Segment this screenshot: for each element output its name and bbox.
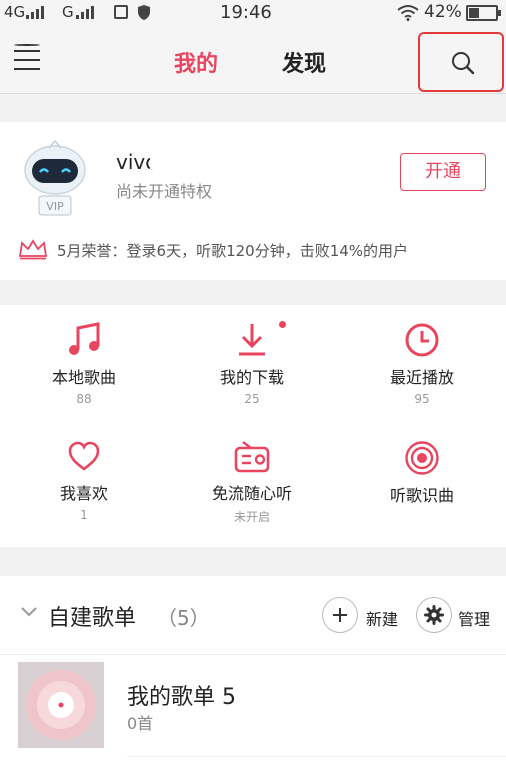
- notification-dot: [14, 44, 40, 46]
- vinyl-disc-icon: [26, 670, 96, 740]
- divider: [127, 756, 506, 757]
- grid-item-label: 免流随心听: [211, 484, 292, 503]
- grid-item-free-listen[interactable]: 免流随心听 未开启: [168, 440, 336, 525]
- grid-item-downloads[interactable]: 我的下载 25: [168, 322, 336, 406]
- crown-icon: [18, 239, 48, 260]
- grid-item-recent-plays[interactable]: 最近播放 95: [338, 322, 506, 406]
- download-notification-dot: [279, 321, 286, 328]
- grid-item-count: 25: [244, 392, 260, 406]
- playlist-cover[interactable]: [18, 662, 104, 748]
- heart-icon: [68, 441, 100, 471]
- grid-item-count: 95: [414, 392, 430, 406]
- gear-icon: [424, 605, 444, 625]
- tab-discover[interactable]: 发现: [282, 46, 326, 78]
- new-playlist-button[interactable]: [322, 597, 358, 633]
- shield-icon: [138, 5, 150, 20]
- plus-icon: [333, 608, 347, 622]
- signal-icon: [26, 6, 44, 19]
- playlist-name[interactable]: 我的歌单 5: [127, 679, 236, 711]
- chevron-down-icon[interactable]: [20, 606, 38, 618]
- grid-item-label: 我喜欢: [59, 484, 108, 503]
- recognize-icon: [405, 441, 439, 475]
- radio-icon: [234, 441, 270, 473]
- open-membership-button[interactable]: 开通: [400, 153, 486, 191]
- status-bar: 4G G 19:46 42%: [0, 0, 506, 28]
- grid-item-count: 88: [76, 392, 92, 406]
- manage-playlists-button[interactable]: [416, 597, 452, 633]
- playlist-section-title: 自建歌单: [48, 606, 137, 631]
- grid-item-label: 我的下载: [219, 368, 284, 387]
- grid-item-count: 1: [80, 508, 88, 522]
- grid-item-count: 未开启: [233, 510, 270, 524]
- download-icon: [239, 324, 265, 356]
- divider: [0, 654, 506, 655]
- notification-icon: [114, 5, 128, 19]
- signal-icon: [76, 6, 94, 19]
- grid-item-favorites[interactable]: 我喜欢 1: [0, 440, 168, 522]
- search-icon: [452, 52, 475, 75]
- playlist-song-count: 0首: [127, 714, 154, 733]
- grid-item-local-songs[interactable]: 本地歌曲 88: [0, 322, 168, 406]
- battery-icon: [466, 5, 501, 21]
- grid-item-song-recognition[interactable]: 听歌识曲: [338, 440, 506, 510]
- grid-item-label: 本地歌曲: [51, 368, 116, 387]
- manage-playlists-label[interactable]: 管理: [458, 606, 490, 630]
- top-header: 我的 发现: [0, 28, 506, 94]
- battery-percent: 42%: [424, 2, 462, 22]
- tab-mine[interactable]: 我的: [174, 46, 218, 78]
- network-type-2: G: [62, 3, 74, 21]
- clock-icon: [405, 323, 439, 357]
- avatar[interactable]: VIP: [18, 140, 92, 218]
- svg-text:VIP: VIP: [46, 200, 64, 213]
- username-redaction: [150, 143, 290, 169]
- new-playlist-label[interactable]: 新建: [366, 606, 398, 630]
- wifi-icon: [397, 5, 419, 21]
- music-note-icon: [69, 322, 100, 355]
- menu-button[interactable]: [14, 44, 42, 74]
- grid-item-label: 听歌识曲: [389, 486, 454, 505]
- search-button[interactable]: [418, 32, 504, 92]
- playlist-count: （5）: [157, 606, 210, 630]
- grid-item-label: 最近播放: [389, 368, 454, 387]
- membership-status: 尚未开通特权: [116, 182, 213, 201]
- clock-time: 19:46: [220, 2, 272, 23]
- network-type-1: 4G: [4, 3, 26, 21]
- monthly-honor: 5月荣誉：登录6天，听歌120分钟，击败14%的用户: [57, 242, 409, 260]
